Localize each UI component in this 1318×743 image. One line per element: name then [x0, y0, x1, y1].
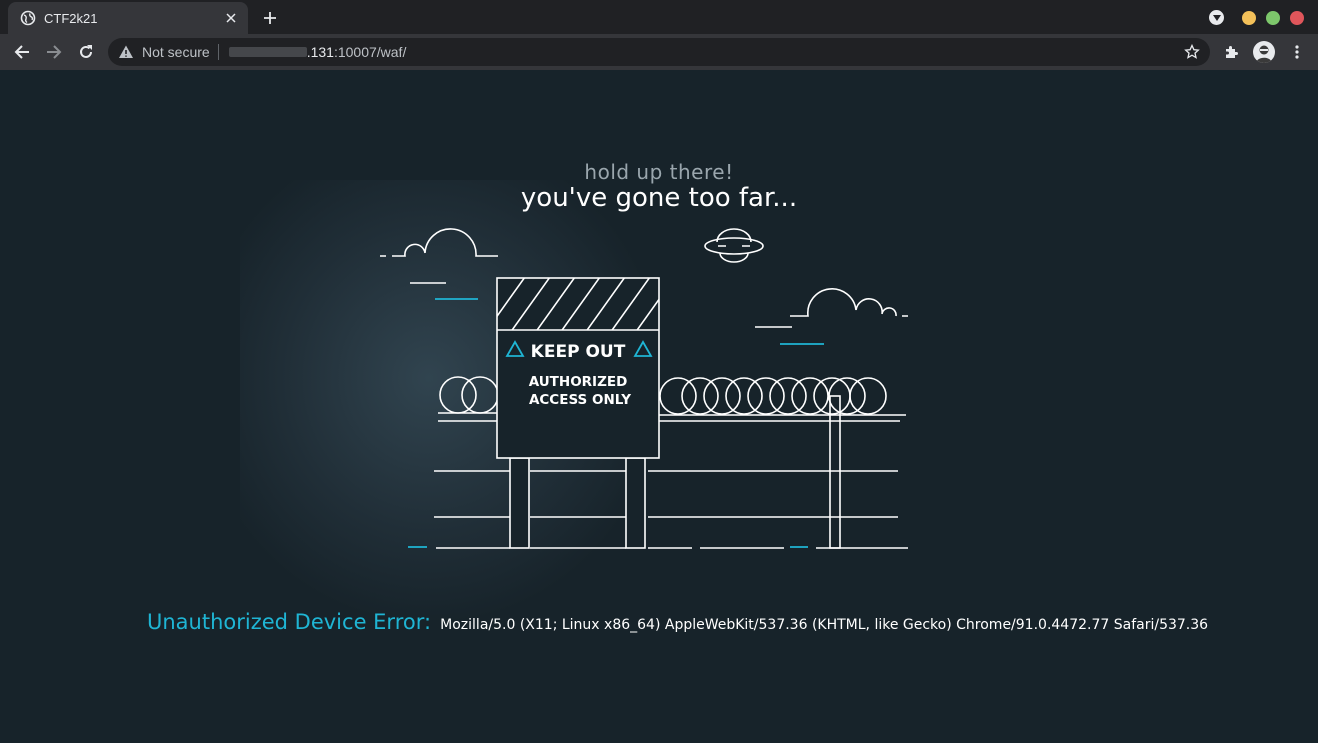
url-text: .131:10007/waf/: [307, 44, 407, 60]
close-window-button[interactable]: [1290, 10, 1304, 25]
browser-toolbar: Not secure .131:10007/waf/: [0, 34, 1318, 70]
user-agent-text: Mozilla/5.0 (X11; Linux x86_64) AppleWeb…: [440, 617, 1209, 633]
page-content: hold up there! you've gone too far... KE…: [0, 70, 1318, 743]
address-separator: [217, 44, 219, 60]
ufo-icon: [704, 228, 764, 263]
bookmark-star-icon[interactable]: [1184, 44, 1200, 60]
forward-arrow-icon[interactable]: [42, 40, 66, 64]
minimize-button[interactable]: [1242, 10, 1256, 25]
tab-search-icon[interactable]: [1209, 10, 1224, 25]
sign-line-1: AUTHORIZED: [529, 374, 628, 390]
warning-icon[interactable]: [118, 44, 134, 60]
error-label: Unauthorized Device Error:: [147, 610, 432, 634]
extensions-puzzle-icon[interactable]: [1222, 42, 1242, 62]
cloud-icon: [380, 228, 498, 284]
keep-out-sign: [496, 277, 660, 459]
url-path: :10007/waf/: [333, 44, 407, 60]
close-tab-icon[interactable]: [220, 7, 242, 29]
reload-icon[interactable]: [74, 40, 98, 64]
sign-line-2: ACCESS ONLY: [529, 392, 631, 408]
sign-post-right: [625, 457, 646, 549]
tab-title: CTF2k21: [44, 10, 98, 26]
address-bar[interactable]: Not secure .131:10007/waf/: [108, 38, 1210, 66]
maximize-button[interactable]: [1266, 10, 1280, 25]
cloud-icon: [755, 288, 908, 328]
security-label[interactable]: Not secure: [142, 44, 210, 60]
tab-strip: CTF2k21: [0, 0, 1318, 34]
back-arrow-icon[interactable]: [10, 40, 34, 64]
window-controls: [1209, 10, 1304, 25]
url-host: .131: [306, 44, 334, 60]
new-tab-icon[interactable]: [258, 6, 282, 30]
redacted-host: [228, 47, 307, 57]
sign-title: KEEP OUT: [531, 342, 626, 362]
browser-tab[interactable]: CTF2k21: [8, 2, 248, 34]
profile-avatar[interactable]: [1253, 41, 1275, 63]
keep-out-illustration: KEEP OUT AUTHORIZED ACCESS ONLY: [380, 228, 908, 549]
more-menu-icon[interactable]: [1287, 42, 1307, 62]
globe-icon: [20, 10, 36, 26]
error-message: Unauthorized Device Error: Mozilla/5.0 (…: [147, 610, 1247, 634]
sign-post-left: [509, 457, 530, 549]
